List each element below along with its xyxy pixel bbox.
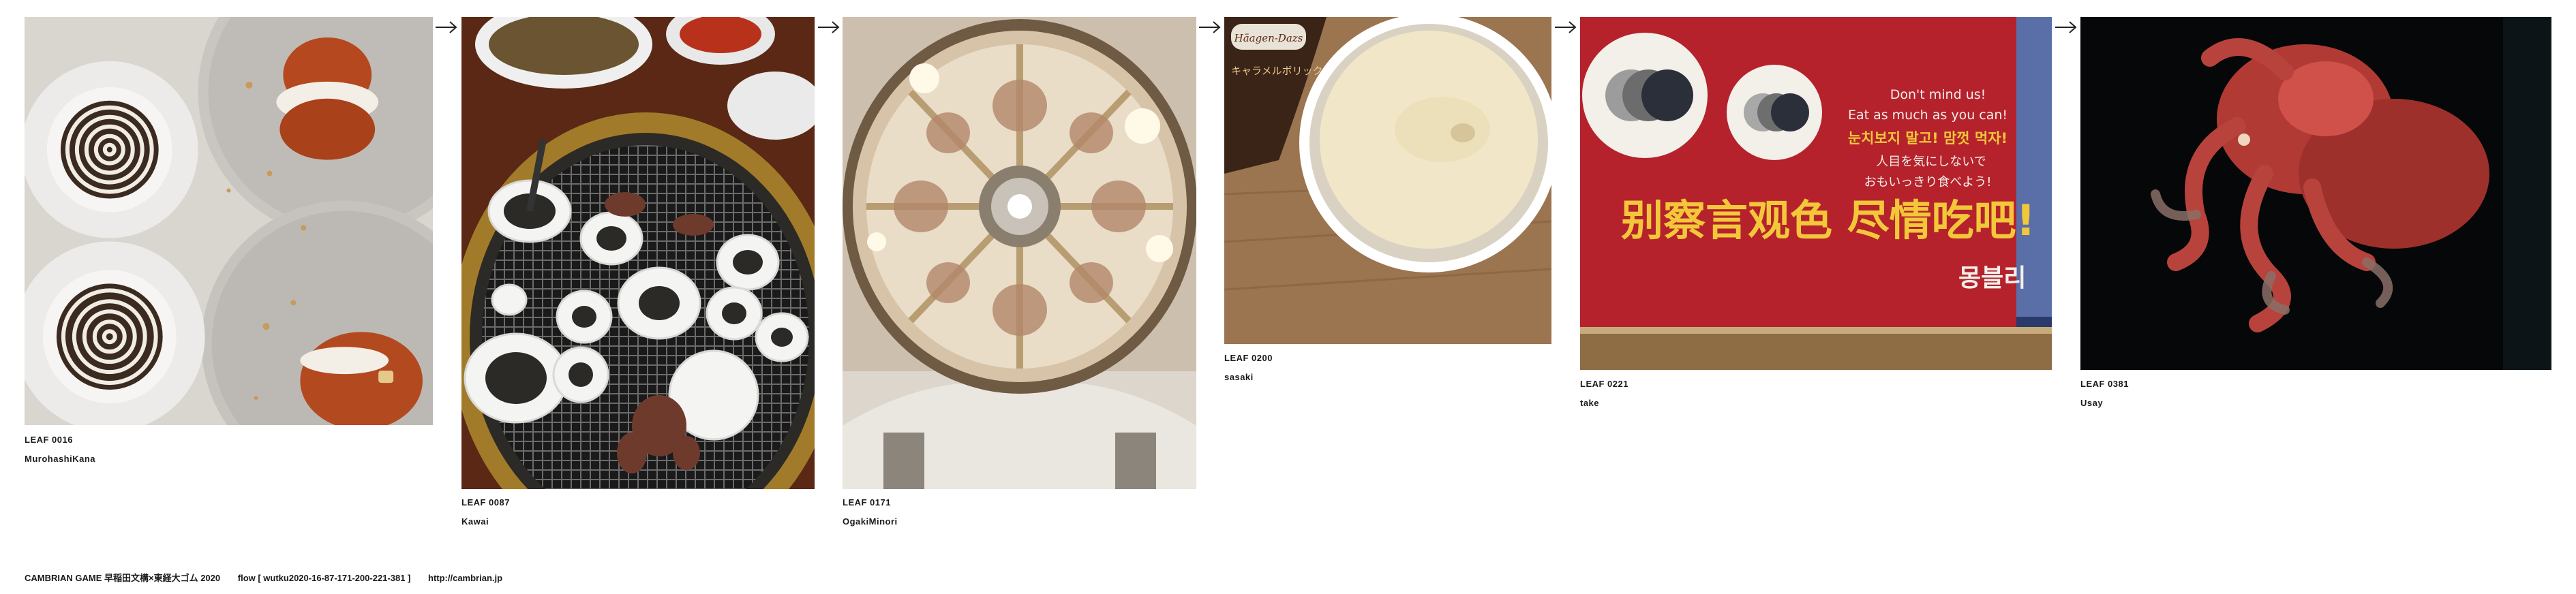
ice-cream-cup-image: Häagen-Dazs キャラメルボリック <box>1224 17 1551 344</box>
flow-arrow-icon <box>2055 20 2078 35</box>
leaf-number: LEAF 0381 <box>2080 379 2129 389</box>
leaf-photo-0016[interactable] <box>25 17 433 425</box>
leaf-author: OgakiMinori <box>843 516 898 527</box>
footer-flow: flow [ wutku2020-16-87-171-200-221-381 ] <box>237 573 411 583</box>
octopus-aquarium-image <box>2080 17 2551 370</box>
leaf-photo-0221[interactable]: Don't mind us! Eat as much as you can! 눈… <box>1580 17 2052 370</box>
leaf-photo-0171[interactable] <box>843 17 1196 489</box>
latte-art-donuts-image <box>25 17 433 425</box>
korean-bbq-grill-image <box>461 17 815 489</box>
flow-arrow-icon <box>1198 20 1222 35</box>
icecream-flavor-text: キャラメルボリック <box>1231 65 1323 77</box>
sign-chinese-text: 别察言观色 尽情吃吧! <box>1621 196 2035 245</box>
sign-japanese-line-2: おもいっきり食べよう! <box>1864 175 1992 189</box>
church-dome-fresco-image <box>843 17 1196 489</box>
leaf-photo-0200[interactable]: Häagen-Dazs キャラメルボリック <box>1224 17 1551 344</box>
sign-english-line-1: Don't mind us! <box>1890 87 1986 102</box>
icecream-brand-text: Häagen-Dazs <box>1234 32 1303 44</box>
leaf-number: LEAF 0221 <box>1580 379 1628 389</box>
red-restaurant-sign-image: Don't mind us! Eat as much as you can! 눈… <box>1580 17 2052 370</box>
leaf-number: LEAF 0171 <box>843 497 891 507</box>
footer-url-link[interactable]: http://cambrian.jp <box>428 573 502 583</box>
leaf-number: LEAF 0200 <box>1224 353 1273 363</box>
leaf-author: sasaki <box>1224 372 1254 382</box>
flow-arrow-icon <box>435 20 458 35</box>
leaf-number: LEAF 0087 <box>461 497 510 507</box>
sign-logo-text: 몽블리 <box>1958 264 2026 292</box>
flow-arrow-icon <box>1554 20 1577 35</box>
leaf-author: take <box>1580 398 1600 408</box>
sign-english-line-2: Eat as much as you can! <box>1848 108 2007 123</box>
leaf-number: LEAF 0016 <box>25 435 73 445</box>
leaf-photo-0087[interactable] <box>461 17 815 489</box>
leaf-author: Kawai <box>461 516 489 527</box>
sign-korean-text: 눈치보지 말고! 맘껏 먹자! <box>1848 130 2007 146</box>
flow-arrow-icon <box>817 20 840 35</box>
sign-japanese-line-1: 人目を気にしないで <box>1876 155 1986 169</box>
leaf-author: MurohashiKana <box>25 454 96 464</box>
leaf-photo-0381[interactable] <box>2080 17 2551 370</box>
footer-game-title: CAMBRIAN GAME 早稲田文構×東経大ゴム 2020 <box>25 573 221 583</box>
footer-credits: CAMBRIAN GAME 早稲田文構×東経大ゴム 2020 flow [ wu… <box>25 571 517 584</box>
leaf-author: Usay <box>2080 398 2104 408</box>
